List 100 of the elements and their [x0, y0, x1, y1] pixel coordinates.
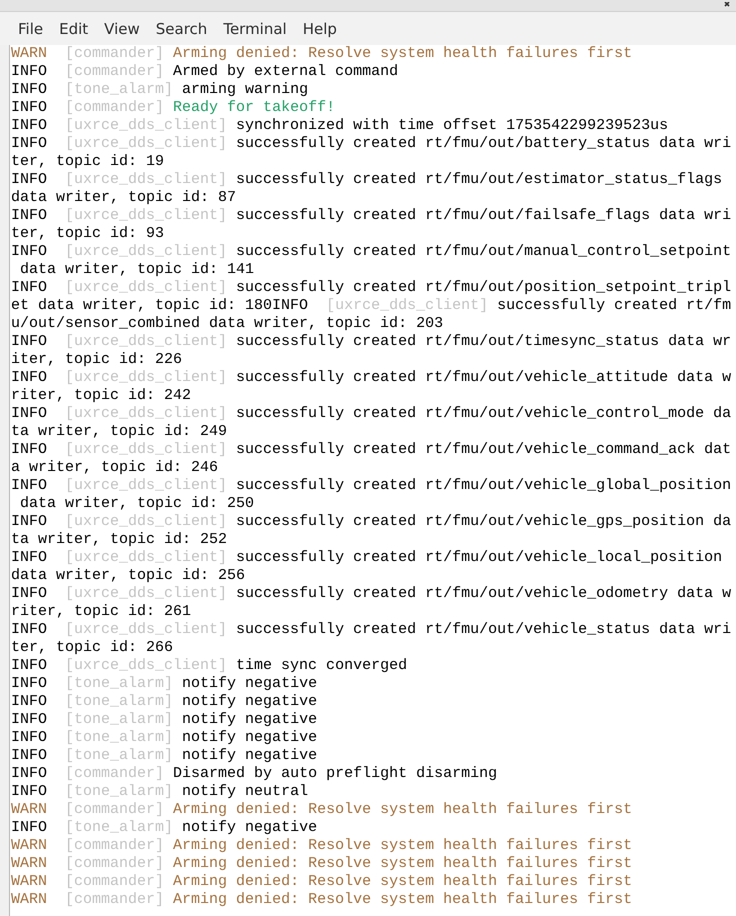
log-tag: [commander]	[65, 855, 164, 872]
log-message: successfully created rt/fmu/out/vehicle_global_position	[236, 477, 732, 494]
log-level: INFO	[11, 549, 48, 566]
log-message: arming warning	[182, 81, 308, 98]
log-tag: [commander]	[65, 765, 164, 782]
log-message: successfully created rt/fmu/out/failsafe_flags data wri	[236, 207, 732, 224]
log-message: ter, topic id: 93	[11, 225, 164, 242]
log-message: notify negative	[182, 711, 318, 728]
log-message: ta writer, topic id: 252	[11, 531, 228, 548]
log-message: successfully created rt/fmu/out/vehicle_control_mode da	[236, 405, 732, 422]
log-tag: [commander]	[65, 873, 164, 890]
log-message: notify negative	[182, 819, 318, 836]
log-message: u/out/sensor_combined data writer, topic id: 203	[11, 315, 444, 332]
menu-item[interactable]: Search	[148, 20, 216, 38]
log-level: INFO	[11, 819, 48, 836]
log-tag: [tone_alarm]	[65, 729, 174, 746]
log-message: Arming denied: Resolve system health failures first	[173, 45, 632, 62]
log-level: WARN	[11, 855, 48, 872]
log-level: INFO	[11, 765, 48, 782]
log-message: iter, topic id: 226	[11, 351, 182, 368]
log-tag: [tone_alarm]	[65, 819, 174, 836]
log-message: notify negative	[182, 693, 318, 710]
log-level: INFO	[11, 405, 48, 422]
log-message: successfully created rt/fmu/out/position_setpoint_tripl	[236, 279, 732, 296]
log-message: Arming denied: Resolve system health failures first	[173, 837, 632, 854]
log-message: successfully created rt/fmu/out/manual_control_setpoint	[236, 243, 732, 260]
log-level: INFO	[11, 99, 48, 116]
log-message: notify neutral	[182, 783, 308, 800]
log-level: INFO	[11, 585, 48, 602]
log-level: INFO	[11, 81, 48, 98]
log-message: successfully created rt/fm	[497, 297, 732, 314]
log-tag: [uxrce_dds_client]	[65, 333, 228, 350]
log-message: data writer, topic id: 256	[11, 567, 246, 584]
log-level: WARN	[11, 891, 48, 908]
log-level: INFO	[11, 369, 48, 386]
log-tag: [commander]	[65, 99, 164, 116]
log-tag: [uxrce_dds_client]	[65, 279, 228, 296]
log-level: INFO	[11, 729, 48, 746]
log-tag: [uxrce_dds_client]	[65, 135, 228, 152]
log-tag: [commander]	[65, 891, 164, 908]
log-message: Ready for takeoff!	[173, 99, 336, 116]
log-level: INFO	[11, 783, 48, 800]
log-level: INFO	[11, 207, 48, 224]
menu-item[interactable]: Edit	[51, 20, 96, 38]
log-tag: [tone_alarm]	[65, 711, 174, 728]
log-message: notify negative	[182, 729, 318, 746]
log-tag: [uxrce_dds_client]	[65, 621, 228, 638]
log-message: notify negative	[182, 675, 318, 692]
menu-item[interactable]: File	[10, 20, 52, 38]
log-level: INFO	[11, 333, 48, 350]
log-message: et data writer, topic id: 180	[11, 297, 272, 314]
log-message: a writer, topic id: 246	[11, 459, 218, 476]
log-message: successfully created rt/fmu/out/vehicle_status data wri	[236, 621, 732, 638]
log-message: ta writer, topic id: 249	[11, 423, 228, 440]
log-tag: [commander]	[65, 801, 164, 818]
log-level: INFO	[11, 117, 48, 134]
log-tag: [commander]	[65, 45, 164, 62]
log-tag: [tone_alarm]	[65, 783, 174, 800]
log-message: data writer, topic id: 141	[19, 261, 254, 278]
log-message: time sync converged	[236, 657, 408, 674]
log-tag: [uxrce_dds_client]	[326, 297, 488, 314]
log-tag: [uxrce_dds_client]	[65, 657, 228, 674]
log-tag: [uxrce_dds_client]	[65, 549, 228, 566]
log-tag: [tone_alarm]	[65, 81, 174, 98]
log-level: WARN	[11, 837, 48, 854]
log-message: notify negative	[182, 747, 318, 764]
log-level: INFO	[11, 477, 48, 494]
log-tag: [tone_alarm]	[65, 747, 174, 764]
log-level: INFO	[11, 675, 48, 692]
log-message: successfully created rt/fmu/out/vehicle_command_ack dat	[236, 441, 732, 458]
log-level: INFO	[11, 513, 48, 530]
log-level: INFO	[272, 297, 308, 314]
log-message: data writer, topic id: 250	[19, 495, 254, 512]
menu-item[interactable]: View	[96, 20, 148, 38]
log-message: Arming denied: Resolve system health failures first	[173, 801, 632, 818]
log-tag: [uxrce_dds_client]	[65, 477, 228, 494]
log-level: INFO	[11, 441, 48, 458]
log-level: INFO	[11, 621, 48, 638]
log-tag: [commander]	[65, 837, 164, 854]
menu-item[interactable]: Terminal	[215, 20, 295, 38]
log-tag: [uxrce_dds_client]	[65, 513, 228, 530]
log-level: INFO	[11, 171, 48, 188]
log-message: successfully created rt/fmu/out/vehicle_odometry data w	[236, 585, 732, 602]
log-tag: [uxrce_dds_client]	[65, 369, 228, 386]
menu-item[interactable]: Help	[294, 20, 345, 38]
log-level: INFO	[11, 693, 48, 710]
log-level: INFO	[11, 711, 48, 728]
log-message: data writer, topic id: 87	[11, 189, 236, 206]
log-message: ter, topic id: 19	[11, 153, 164, 170]
log-message: successfully created rt/fmu/out/vehicle_attitude data w	[236, 369, 732, 386]
log-tag: [uxrce_dds_client]	[65, 585, 228, 602]
log-level: INFO	[11, 747, 48, 764]
log-level: WARN	[11, 873, 48, 890]
log-message: synchronized with time offset 1753542299239523us	[236, 117, 668, 134]
log-tag: [uxrce_dds_client]	[65, 243, 228, 260]
log-message: ter, topic id: 266	[11, 639, 174, 656]
log-level: INFO	[11, 279, 48, 296]
log-level: INFO	[11, 63, 48, 80]
log-message: Arming denied: Resolve system health failures first	[173, 855, 632, 872]
log-tag: [commander]	[65, 63, 164, 80]
